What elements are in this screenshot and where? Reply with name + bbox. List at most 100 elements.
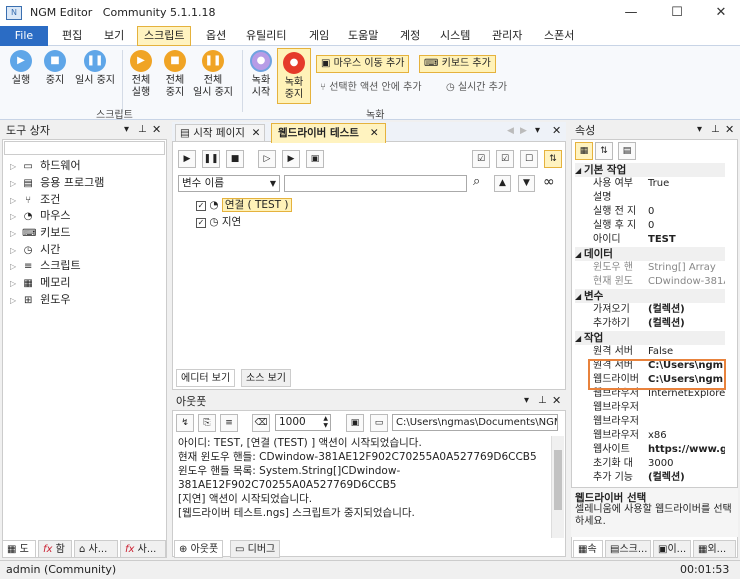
toolbox-item-condition[interactable]: ▷ ⑂ 조건 — [10, 192, 60, 208]
realtime-add-toggle[interactable]: ◷ 실시간 추가 — [446, 80, 507, 98]
tab-debug[interactable]: ▭ 디버그 — [230, 540, 281, 558]
play-icon[interactable]: ▶ — [178, 150, 196, 168]
tab-user-functions-2[interactable]: fx 사... — [120, 540, 166, 558]
property-pages-icon[interactable]: ▤ — [618, 142, 636, 160]
sort-az-icon[interactable]: ⇅ — [595, 142, 613, 160]
action-row-delay[interactable]: ✓ ◷ 지연 — [196, 214, 241, 229]
panel-menu-icon[interactable]: ▾ — [124, 124, 129, 135]
tab-start-page[interactable]: ▤ 시작 페이지 ✕ — [175, 124, 266, 142]
record-stop-button[interactable]: ● 녹화 중지 — [277, 48, 311, 104]
scroll-right-icon[interactable]: ▶ — [520, 126, 527, 136]
pin-icon[interactable]: ⊥ — [138, 124, 147, 135]
collapse-icon[interactable]: ◢ — [575, 166, 584, 175]
property-row[interactable]: 설명 — [575, 191, 725, 205]
close-icon[interactable]: ✕ — [245, 127, 261, 139]
property-row[interactable]: 사용 여부 True — [575, 177, 725, 191]
check-icon[interactable]: ☑ — [496, 150, 514, 168]
property-row[interactable]: 실행 전 지 0 — [575, 205, 725, 219]
uncheck-icon[interactable]: ☐ — [520, 150, 538, 168]
property-category[interactable]: ◢ 변수 — [575, 289, 725, 303]
property-row[interactable]: 원격 서버 C:\Users\ngm — [575, 359, 725, 373]
minimize-button[interactable]: — — [608, 0, 654, 26]
tab-webdriver-test[interactable]: 웹드라이버 테스트 ✕ — [271, 123, 386, 143]
check-all-icon[interactable]: ☑ — [472, 150, 490, 168]
menu-sponsor[interactable]: 스폰서 — [538, 26, 580, 46]
property-row[interactable]: 윈도우 핸 String[] Array — [575, 261, 725, 275]
collapse-icon[interactable]: ◢ — [575, 250, 584, 259]
tab-functions[interactable]: fx 함 — [38, 540, 72, 558]
toolbox-item-application[interactable]: ▷ ▤ 응용 프로그램 — [10, 175, 104, 191]
search-icon[interactable]: ⌕ — [473, 174, 480, 189]
property-row[interactable]: 현재 윈도 CDwindow-381AE — [575, 275, 725, 289]
menu-system[interactable]: 시스템 — [434, 26, 476, 46]
tab-image[interactable]: ▣이... — [653, 540, 691, 558]
save-icon[interactable]: ▣ — [346, 414, 364, 432]
close-icon[interactable]: ✕ — [725, 123, 734, 136]
tab-user-functions[interactable]: ⌂ 사... — [74, 540, 118, 558]
tab-editor-view[interactable]: 에디터 보기 — [176, 369, 236, 387]
output-scrollbar[interactable] — [551, 436, 564, 538]
tab-toolbox[interactable]: ▦ 도 — [2, 540, 36, 558]
categorized-icon[interactable]: ▦ — [575, 142, 593, 160]
copy-icon[interactable]: ⎘ — [198, 414, 216, 432]
add-in-selected-toggle[interactable]: ⑂ 선택한 액션 안에 추가 — [320, 80, 422, 98]
pause-icon[interactable]: ❚❚ — [202, 150, 220, 168]
tab-list-icon[interactable]: ▾ — [535, 125, 540, 136]
tab-external[interactable]: ▦외... — [693, 540, 736, 558]
add-mouse-move-toggle[interactable]: ▣ 마우스 이동 추가 — [316, 55, 410, 73]
arrow-up-icon[interactable]: ▲ — [494, 175, 511, 192]
line-limit-stepper[interactable]: 1000 ▲ ▼ — [275, 414, 331, 431]
folder-icon[interactable]: ▭ — [370, 414, 388, 432]
property-row[interactable]: 가져오기 (컬렉션) — [575, 303, 725, 317]
stop-icon[interactable]: ■ — [226, 150, 244, 168]
menu-admin[interactable]: 관리자 — [486, 26, 528, 46]
property-row[interactable]: 실행 후 지 0 — [575, 219, 725, 233]
variable-search-input[interactable] — [284, 175, 467, 192]
stop-button[interactable]: ■ 중지 — [38, 50, 72, 87]
menu-script[interactable]: 스크립트 — [137, 26, 192, 46]
checkbox[interactable]: ✓ — [196, 218, 206, 228]
panel-menu-icon[interactable]: ▾ — [524, 395, 529, 406]
property-row[interactable]: 추가 기능 (컬렉션) — [575, 471, 725, 485]
link-icon[interactable]: ∞ — [543, 174, 555, 190]
toolbox-item-keyboard[interactable]: ▷ ⌨ 키보드 — [10, 225, 71, 241]
property-category[interactable]: ◢ 데이터 — [575, 247, 725, 261]
menu-options[interactable]: 옵션 — [200, 26, 232, 46]
checkbox[interactable]: ✓ — [196, 201, 206, 211]
arrow-down-icon[interactable]: ▼ — [518, 175, 535, 192]
maximize-button[interactable]: ☐ — [654, 0, 700, 26]
property-row[interactable]: 웹사이트 https://www.g — [575, 443, 725, 457]
panel-menu-icon[interactable]: ▾ — [697, 124, 702, 135]
run-all-button[interactable]: ▶ 전체 실행 — [124, 50, 158, 99]
collapse-icon[interactable]: ◢ — [575, 334, 584, 343]
variable-select[interactable]: 변수 이름 ▼ — [178, 175, 280, 192]
tab-output[interactable]: ⊕ 아웃풋 — [174, 540, 224, 558]
menu-edit[interactable]: 편집 — [56, 26, 88, 46]
menu-game[interactable]: 게임 — [303, 26, 335, 46]
menu-account[interactable]: 계정 — [394, 26, 426, 46]
stop-all-button[interactable]: ■ 전체 중지 — [158, 50, 192, 99]
property-row[interactable]: 웹브라우저 — [575, 401, 725, 415]
property-row[interactable]: 웹드라이버 C:\Users\ngm — [575, 373, 725, 387]
toolbox-item-script[interactable]: ▷ ≡ 스크립트 — [10, 258, 81, 274]
menu-help[interactable]: 도움말 — [342, 26, 384, 46]
toolbox-item-time[interactable]: ▷ ◷ 시간 — [10, 242, 60, 258]
run-button[interactable]: ▶ 실행 — [4, 50, 38, 87]
auto-scroll-icon[interactable]: ↯ — [176, 414, 194, 432]
property-row[interactable]: 원격 서버 False — [575, 345, 725, 359]
close-icon[interactable]: ✕ — [552, 124, 561, 137]
close-icon[interactable]: ✕ — [552, 394, 561, 407]
toolbox-search-input[interactable] — [4, 141, 165, 155]
close-icon[interactable]: ✕ — [152, 123, 161, 136]
toolbox-item-mouse[interactable]: ▷ ◔ 마우스 — [10, 208, 71, 224]
property-category[interactable]: ◢ 작업 — [575, 331, 725, 345]
property-row[interactable]: 추가하기 (컬렉션) — [575, 317, 725, 331]
close-button[interactable]: ✕ — [698, 0, 740, 26]
file-menu[interactable]: File — [0, 26, 48, 46]
play-from-icon[interactable]: ▷ — [258, 150, 276, 168]
property-category[interactable]: ◢ 기본 작업 — [575, 163, 725, 177]
menu-utility[interactable]: 유틸리티 — [240, 26, 292, 46]
scrollbar-thumb[interactable] — [554, 450, 562, 510]
pin-icon[interactable]: ⊥ — [711, 124, 720, 135]
collapse-icon[interactable]: ◢ — [575, 292, 584, 301]
